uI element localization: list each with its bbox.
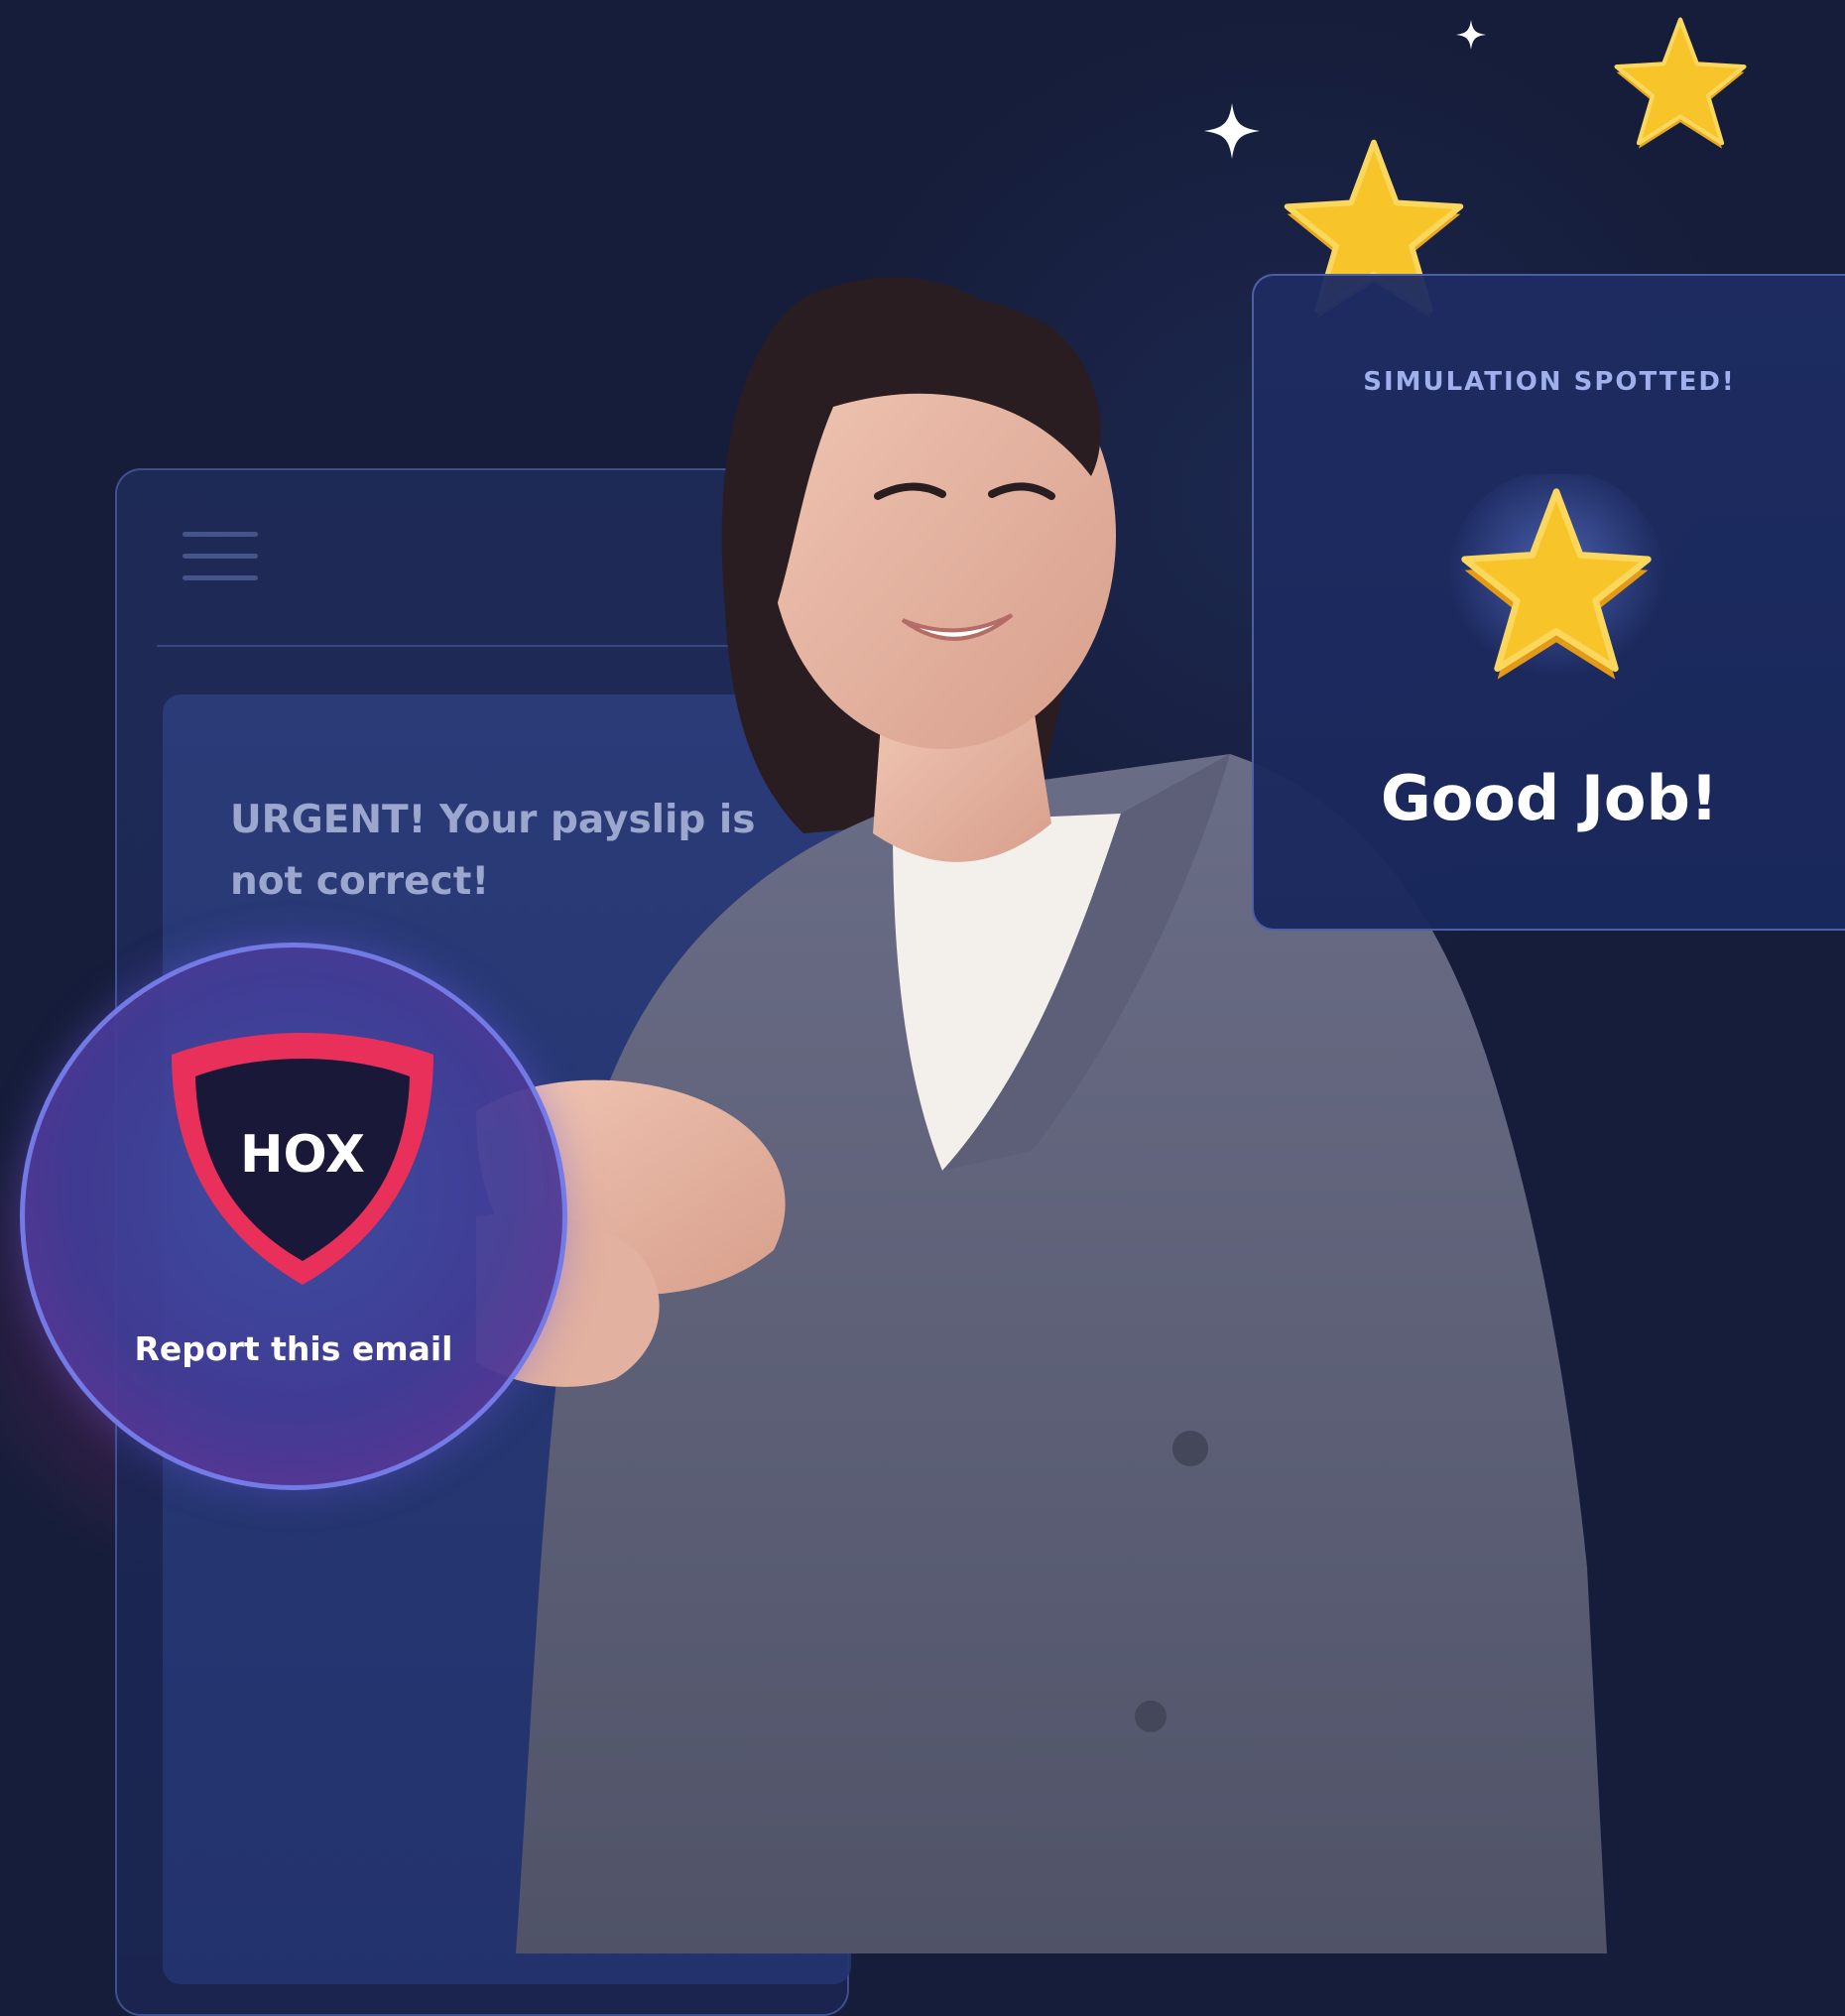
sparkle-icon	[1204, 103, 1260, 159]
report-email-label: Report this email	[134, 1329, 453, 1368]
good-job-headline: Good Job!	[1380, 762, 1719, 834]
simulation-spotted-label: SIMULATION SPOTTED!	[1363, 367, 1736, 397]
report-email-button[interactable]: HOX Report this email	[20, 943, 567, 1490]
simulation-feedback-panel: SIMULATION SPOTTED! Good Job!	[1252, 274, 1845, 931]
star-icon	[1447, 474, 1665, 689]
hox-logo-text: HOX	[240, 1125, 365, 1185]
menu-icon[interactable]	[183, 532, 258, 587]
sparkle-icon	[1456, 20, 1486, 50]
hox-shield-logo: HOX	[172, 1033, 433, 1285]
star-icon	[1614, 17, 1747, 149]
